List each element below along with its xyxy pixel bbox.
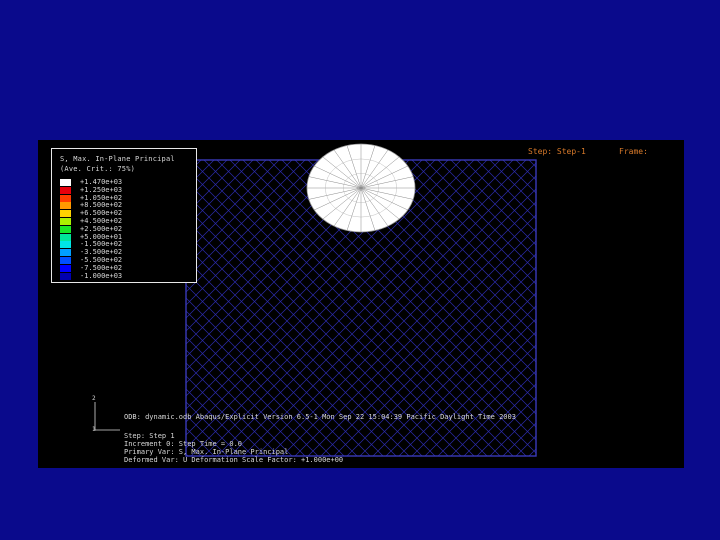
legend-swatch — [60, 210, 71, 218]
mesh-line — [672, 160, 684, 456]
mesh-line — [633, 160, 684, 456]
mesh-line — [646, 160, 684, 456]
mesh-line — [463, 383, 536, 456]
mesh-line — [489, 160, 536, 207]
mesh-line — [450, 370, 536, 456]
mesh-line — [424, 160, 536, 272]
mesh-line — [502, 160, 536, 194]
legend-swatch — [60, 202, 71, 210]
mesh-line — [568, 160, 684, 456]
mesh-line — [646, 160, 684, 456]
mesh-line — [437, 357, 536, 456]
step-info: Step: Step 1 — [124, 432, 175, 440]
deformed-var-info: Deformed Var: U Deformation Scale Factor… — [124, 456, 344, 464]
mesh-line — [581, 160, 684, 456]
legend-swatch — [60, 272, 71, 280]
legend-subtitle: (Ave. Crit.: 75%) — [60, 165, 136, 173]
odb-info: ODB: dynamic.odb Abaqus/Explicit Version… — [124, 413, 516, 421]
mesh-line — [515, 160, 536, 181]
increment-info: Increment 0: Step Time = 0.0 — [124, 440, 243, 448]
mesh-line — [489, 409, 536, 456]
legend-value: -1.000e+03 — [80, 271, 123, 280]
legend-swatch — [60, 264, 71, 272]
mesh-line — [437, 160, 536, 259]
legend-value: +1.250e+03 — [80, 185, 123, 194]
legend-swatch — [60, 257, 71, 264]
legend-swatch — [60, 241, 71, 249]
viewport[interactable]: 2 1 S, Max. In-Plane Principal (Ave. Cri… — [38, 140, 684, 468]
mesh-line — [633, 160, 684, 456]
mesh-line — [568, 160, 684, 456]
legend-swatch — [60, 194, 71, 202]
legend-row: -1.000e+03 — [60, 271, 194, 280]
mesh-line — [450, 160, 536, 246]
legend-swatch — [60, 179, 71, 186]
legend-swatch — [60, 218, 71, 225]
mesh-line — [398, 160, 536, 298]
mesh-line — [542, 160, 684, 456]
legend-value: +1.470e+03 — [80, 178, 123, 186]
mesh-line — [620, 160, 684, 456]
mesh-line — [502, 422, 536, 456]
legend-value: -5.500e+02 — [80, 256, 123, 264]
step-label: Step: Step-1 — [528, 147, 586, 156]
mesh-line — [581, 160, 684, 456]
mesh-line — [528, 160, 536, 168]
triad-y-label: 2 — [92, 395, 96, 402]
mesh-line — [607, 160, 684, 456]
legend-value: -7.500e+02 — [80, 263, 123, 272]
mesh-line — [411, 331, 536, 456]
mesh-line — [672, 160, 684, 456]
mesh-line — [515, 435, 536, 456]
mesh-line — [620, 160, 684, 456]
mesh-line — [555, 160, 684, 456]
mesh-line — [424, 344, 536, 456]
mesh-line — [607, 160, 684, 456]
mesh-line — [555, 160, 684, 456]
mesh-line — [659, 160, 684, 456]
primary-var-info: Primary Var: S, Max. In-Plane Principal — [124, 448, 289, 456]
contour-legend: S, Max. In-Plane Principal (Ave. Crit.: … — [51, 148, 197, 283]
legend-value: -3.500e+02 — [80, 248, 123, 257]
legend-value: +6.500e+02 — [80, 209, 123, 218]
mesh-line — [398, 318, 536, 456]
legend-value: -1.500e+02 — [80, 240, 123, 249]
legend-value: +2.500e+02 — [80, 224, 123, 233]
legend-value: +5.000e+01 — [80, 232, 123, 241]
mesh-line — [659, 160, 684, 456]
mesh-line — [594, 160, 684, 456]
legend-value: +4.500e+02 — [80, 217, 123, 225]
legend-title: S, Max. In-Plane Principal — [60, 155, 175, 163]
frame-label: Frame: — [619, 147, 648, 156]
impactor-sphere — [306, 143, 416, 233]
legend-swatch — [60, 233, 71, 241]
triad-x-label: 1 — [92, 426, 96, 433]
mesh-line — [594, 160, 684, 456]
legend-swatch — [60, 186, 71, 194]
mesh-line — [411, 160, 536, 285]
mesh-line — [542, 160, 684, 456]
mesh-line — [528, 448, 536, 456]
legend-swatch — [60, 225, 71, 233]
legend-value: +1.050e+02 — [80, 193, 123, 202]
legend-value: +8.500e+02 — [80, 201, 123, 210]
mesh-line — [463, 160, 536, 233]
orientation-triad-icon — [94, 402, 120, 431]
legend-swatch — [60, 249, 71, 257]
